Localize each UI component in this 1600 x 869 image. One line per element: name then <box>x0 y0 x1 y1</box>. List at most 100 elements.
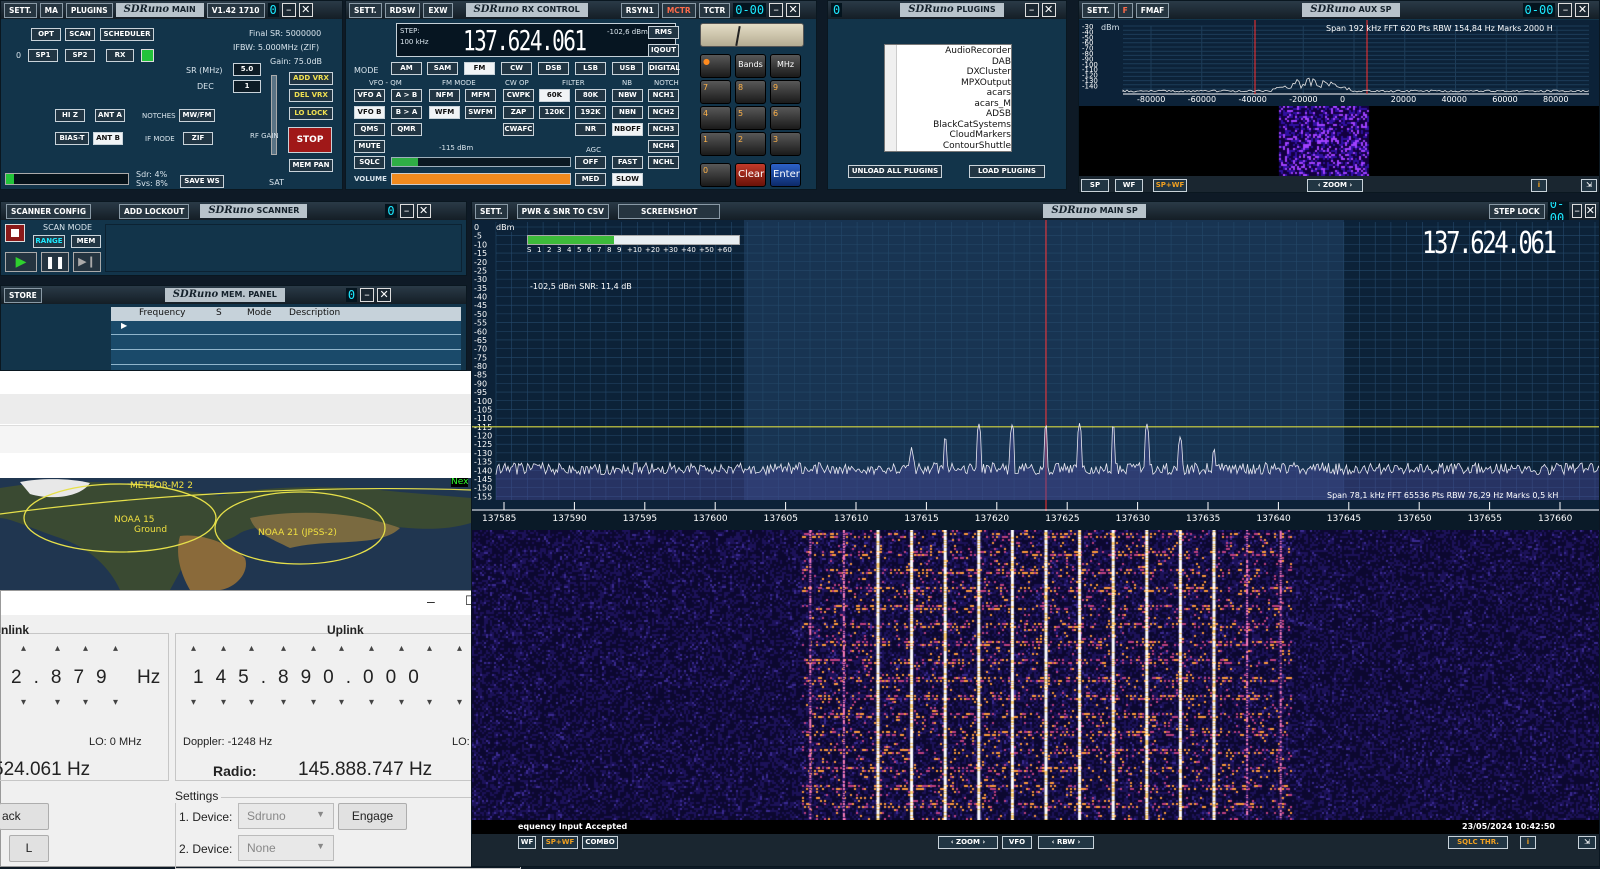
sqlc-button[interactable]: SQLC <box>354 156 385 169</box>
store-button[interactable]: STORE <box>4 288 42 303</box>
close-icon[interactable]: ✕ <box>786 3 800 17</box>
close-icon[interactable]: ✕ <box>1585 204 1596 218</box>
increment-arrow-icon[interactable]: ▴ <box>311 643 316 654</box>
main-sett-button[interactable]: SETT. <box>4 3 37 18</box>
minimize-icon[interactable]: – <box>769 3 783 17</box>
keypad-9-button[interactable]: 9 <box>770 80 801 104</box>
step-lock-button[interactable]: STEP LOCK <box>1489 204 1545 219</box>
main-plugins-button[interactable]: PLUGINS <box>66 3 113 18</box>
resize-icon[interactable]: ⇲ <box>1578 836 1596 849</box>
minimize-icon[interactable]: – <box>1025 3 1039 17</box>
satellite-map[interactable]: METEOR-M2 2 NOAA 15 Ground NOAA 21 (JPSS… <box>0 478 471 590</box>
cwafc-button[interactable]: CWAFC <box>503 123 534 136</box>
agc-off-button[interactable]: OFF <box>575 156 606 169</box>
cw-button[interactable]: CW <box>501 62 532 75</box>
increment-arrow-icon[interactable]: ▴ <box>191 643 196 654</box>
minimize-icon[interactable]: – <box>1558 3 1572 17</box>
minimize-icon[interactable]: – <box>400 204 414 218</box>
mwfm-button[interactable]: MW/FM <box>179 109 215 122</box>
load-plugins-button[interactable]: LOAD PLUGINS <box>969 165 1045 178</box>
uplink-digits[interactable]: 145.890.000 <box>193 667 431 689</box>
sam-button[interactable]: SAM <box>427 62 458 75</box>
keypad-0-button[interactable]: 0 <box>700 163 731 187</box>
nch3-button[interactable]: NCH3 <box>648 123 679 136</box>
unload-all-plugins-button[interactable]: UNLOAD ALL PLUGINS <box>848 165 942 178</box>
l-button[interactable]: L <box>9 835 49 862</box>
nbn-button[interactable]: NBN <box>612 106 643 119</box>
minimize-icon[interactable]: – <box>282 3 296 17</box>
dsb-button[interactable]: DSB <box>538 62 569 75</box>
plugin-list-item[interactable]: ContourShuttle <box>899 141 1011 152</box>
mem-button[interactable]: MEM <box>71 235 101 248</box>
qmr-button[interactable]: QMR <box>391 123 422 136</box>
increment-arrow-icon[interactable]: ▴ <box>281 643 286 654</box>
decrement-arrow-icon[interactable]: ▾ <box>55 697 60 708</box>
squelch-slider[interactable] <box>391 157 571 167</box>
cwpk-button[interactable]: CWPK <box>503 89 534 102</box>
decrement-arrow-icon[interactable]: ▾ <box>399 697 404 708</box>
memory-table[interactable]: Frequency S Mode Description ▶ <box>111 307 461 371</box>
aux-spectrum[interactable]: -30 -40 -50 -60 -70 -80 -90 -100 -110 -120 -130 -14… <box>1079 20 1600 106</box>
rx-sett-button[interactable]: SETT. <box>349 3 382 18</box>
keypad-4-button[interactable]: 4 <box>700 106 731 130</box>
agc-fast-button[interactable]: FAST <box>612 156 643 169</box>
track-button[interactable]: ack <box>0 803 49 830</box>
main-waterfall[interactable] <box>472 530 1600 820</box>
col-mode[interactable]: Mode <box>247 308 272 318</box>
table-row[interactable]: ▶ <box>111 321 461 335</box>
b-to-a-button[interactable]: B > A <box>391 106 422 119</box>
main-spectrum[interactable]: 0 -5 -10 -15 -20 -25 -30 -35 -40 -45 -50 -55 -60 -65-… <box>472 220 1600 530</box>
qms-button[interactable]: QMS <box>354 123 385 136</box>
increment-arrow-icon[interactable]: ▴ <box>21 643 26 654</box>
add-vrx-button[interactable]: ADD VRX <box>289 72 333 85</box>
add-lockout-button[interactable]: ADD LOCKOUT <box>119 204 189 219</box>
play-icon[interactable]: ▶ <box>5 252 37 272</box>
aux-sp-button[interactable]: SP <box>1081 179 1109 192</box>
agc-slow-button[interactable]: SLOW <box>612 173 643 186</box>
aux-sett-button[interactable]: SETT. <box>1082 3 1115 18</box>
col-description[interactable]: Description <box>289 308 340 318</box>
increment-arrow-icon[interactable]: ▴ <box>55 643 60 654</box>
plugin-list-item[interactable]: CloudMarkers <box>899 130 1011 141</box>
keypad-1-button[interactable]: 1 <box>700 132 731 156</box>
pwr-snr-csv-button[interactable]: PWR & SNR TO CSV <box>517 204 609 219</box>
scan-button[interactable]: SCAN <box>65 28 95 41</box>
plugin-list-item[interactable]: DXCluster <box>899 67 1011 78</box>
wfm-button[interactable]: WFM <box>429 106 460 119</box>
decrement-arrow-icon[interactable]: ▾ <box>339 697 344 708</box>
decrement-arrow-icon[interactable]: ▾ <box>191 697 196 708</box>
nch2-button[interactable]: NCH2 <box>648 106 679 119</box>
decrement-arrow-icon[interactable]: ▾ <box>427 697 432 708</box>
main-ma-button[interactable]: MA <box>40 3 63 18</box>
aux-f-button[interactable]: F <box>1118 3 1133 18</box>
mem-pan-button[interactable]: MEM PAN <box>289 159 333 172</box>
tctr-button[interactable]: TCTR <box>699 3 731 18</box>
filter-192k-button[interactable]: 192K <box>575 106 606 119</box>
agc-med-button[interactable]: MED <box>575 173 606 186</box>
vfo-b-button[interactable]: VFO B <box>354 106 385 119</box>
engage-button[interactable]: Engage <box>338 803 407 830</box>
filter-80k-button[interactable]: 80K <box>575 89 606 102</box>
mainsp-wf-button[interactable]: WF <box>518 836 536 849</box>
col-frequency[interactable]: Frequency <box>139 308 186 318</box>
keypad-6-button[interactable]: 6 <box>770 106 801 130</box>
rf-gain-slider[interactable] <box>271 75 277 155</box>
plugin-list-item[interactable]: ADSB <box>899 109 1011 120</box>
device1-select[interactable]: Sdruno ▼ <box>238 803 334 829</box>
table-row[interactable] <box>111 336 461 350</box>
increment-arrow-icon[interactable]: ▴ <box>399 643 404 654</box>
aux-info-button[interactable]: i <box>1531 179 1547 192</box>
bands-button[interactable]: Bands <box>735 54 766 78</box>
filter-60k-button[interactable]: 60K <box>539 89 570 102</box>
table-row[interactable] <box>111 351 461 365</box>
plugin-list-item[interactable]: AudioRecorder <box>899 46 1011 57</box>
increment-arrow-icon[interactable]: ▴ <box>339 643 344 654</box>
device2-select[interactable]: None ▼ <box>238 835 334 861</box>
skip-icon[interactable]: ▶❙ <box>73 252 101 272</box>
rms-button[interactable]: RMS <box>648 26 679 39</box>
plugin-list-item[interactable]: MPXOutput <box>899 78 1011 89</box>
mhz-button[interactable]: MHz <box>770 54 801 78</box>
enter-button[interactable]: Enter <box>770 163 801 187</box>
mainsp-sett-button[interactable]: SETT. <box>475 204 508 219</box>
decrement-arrow-icon[interactable]: ▾ <box>369 697 374 708</box>
